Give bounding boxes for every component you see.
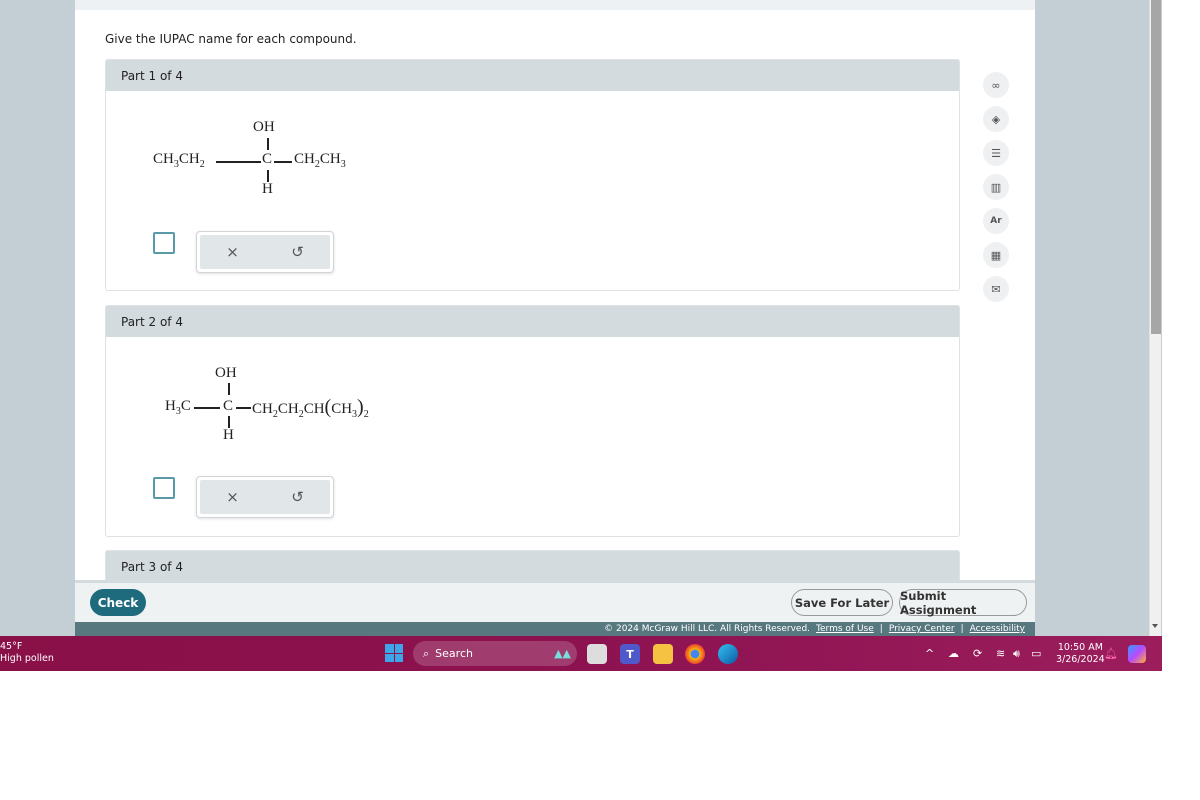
methyl-group: H3C xyxy=(165,398,191,417)
date-text: 3/26/2024 xyxy=(1056,654,1105,665)
part-3-card: Part 3 of 4 xyxy=(105,550,960,580)
holi-decoration-icon: ▲▲ xyxy=(554,647,571,660)
hydrogen-atom: H xyxy=(223,427,234,443)
submit-assignment-button[interactable]: Submit Assignment xyxy=(899,589,1027,617)
part-3-header: Part 3 of 4 xyxy=(106,551,959,580)
assignment-content: Give the IUPAC name for each compound. P… xyxy=(75,10,1035,580)
scroll-thumb[interactable] xyxy=(1151,0,1161,334)
bond-right xyxy=(236,407,251,409)
teams-icon[interactable]: T xyxy=(620,644,640,664)
search-icon: ⌕ xyxy=(423,646,430,660)
tool-panel-1: × ↺ xyxy=(196,231,334,273)
footer-divider: | xyxy=(879,624,883,634)
weather-temp: 45°F xyxy=(0,641,23,652)
periodic-table-icon[interactable]: Ar xyxy=(983,208,1009,234)
weather-widget[interactable]: 45°F High pollen xyxy=(0,641,54,665)
onedrive-icon[interactable]: ☁ xyxy=(948,636,959,671)
time-text: 10:50 AM xyxy=(1057,642,1103,653)
volume-icon[interactable]: 🔊︎ xyxy=(1013,636,1020,671)
hydroxyl-group: OH xyxy=(253,119,275,135)
clock[interactable]: 10:50 AM 3/26/2024 xyxy=(1056,642,1105,666)
answer-input-1[interactable] xyxy=(153,232,175,254)
bond-left xyxy=(216,161,261,163)
hydrogen-atom: H xyxy=(262,181,273,197)
terms-of-use-link[interactable]: Terms of Use xyxy=(816,624,874,634)
part-2-card: Part 2 of 4 OH H3C C CH2CH2CH(CH3)2 H × … xyxy=(105,305,960,537)
weather-desc: High pollen xyxy=(0,653,54,664)
notes-icon[interactable]: ☰ xyxy=(983,140,1009,166)
sync-icon[interactable]: ⟳ xyxy=(973,636,982,671)
part-1-card: Part 1 of 4 OH CH3CH2 C CH2CH3 H × ↺ xyxy=(105,59,960,291)
bond-up xyxy=(228,383,230,395)
bond-left xyxy=(194,407,220,409)
notification-bell-icon[interactable]: 🔔︎ xyxy=(1104,636,1118,671)
glasses-icon[interactable]: ∞ xyxy=(983,72,1009,98)
clear-icon[interactable]: × xyxy=(226,243,239,261)
privacy-center-link[interactable]: Privacy Center xyxy=(889,624,955,634)
bond-up xyxy=(267,138,269,150)
side-toolbar: ∞ ◈ ☰ ▥ Ar ▦ ✉ xyxy=(983,72,1013,310)
show-hidden-icons[interactable]: ^ xyxy=(925,636,934,671)
edge-icon[interactable] xyxy=(718,644,738,664)
top-strip xyxy=(75,0,1035,10)
tool-panel-2: × ↺ xyxy=(196,476,334,518)
screen: Give the IUPAC name for each compound. P… xyxy=(0,0,1200,800)
windows-taskbar: 45°F High pollen ⌕ Search ▲▲ T ^ ☁ ⟳ ≋ 🔊… xyxy=(0,636,1162,671)
chrome-icon[interactable] xyxy=(685,644,705,664)
central-carbon: C xyxy=(223,398,234,414)
taskbar-search[interactable]: ⌕ Search ▲▲ xyxy=(413,641,577,666)
save-for-later-button[interactable]: Save For Later xyxy=(791,589,893,616)
task-view-icon[interactable] xyxy=(587,644,607,664)
check-button[interactable]: Check xyxy=(90,589,146,616)
right-chain: CH2CH2CH(CH3)2 xyxy=(252,396,369,420)
file-explorer-icon[interactable] xyxy=(653,644,673,664)
mail-icon[interactable]: ✉ xyxy=(983,276,1009,302)
windows-start-icon[interactable] xyxy=(385,644,403,662)
right-chain: CH2CH3 xyxy=(294,151,346,170)
undo-icon[interactable]: ↺ xyxy=(291,488,304,506)
action-bar: Check Save For Later Submit Assignment xyxy=(75,580,1035,622)
footer-divider: | xyxy=(960,624,964,634)
hydroxyl-group: OH xyxy=(215,365,237,381)
scroll-down-arrow-icon[interactable] xyxy=(1152,624,1158,628)
undo-icon[interactable]: ↺ xyxy=(291,243,304,261)
copyright-text: © 2024 McGraw Hill LLC. All Rights Reser… xyxy=(604,624,811,634)
copilot-icon[interactable] xyxy=(1128,636,1146,671)
directions-icon[interactable]: ◈ xyxy=(983,106,1009,132)
central-carbon: C xyxy=(262,151,273,167)
search-label: Search xyxy=(435,647,473,660)
battery-icon[interactable]: ▭ xyxy=(1031,636,1041,671)
part-1-molecule: OH CH3CH2 C CH2CH3 H xyxy=(106,60,406,210)
bond-right xyxy=(274,161,292,163)
clear-icon[interactable]: × xyxy=(226,488,239,506)
footer: © 2024 McGraw Hill LLC. All Rights Reser… xyxy=(75,622,1035,636)
accessibility-link[interactable]: Accessibility xyxy=(970,624,1025,634)
left-chain: CH3CH2 xyxy=(153,151,205,170)
calculator-icon[interactable]: ▦ xyxy=(983,242,1009,268)
instruction-text: Give the IUPAC name for each compound. xyxy=(105,32,357,46)
chart-icon[interactable]: ▥ xyxy=(983,174,1009,200)
scrollbar[interactable] xyxy=(1149,0,1161,636)
wifi-icon[interactable]: ≋ xyxy=(996,636,1005,671)
part-2-molecule: OH H3C C CH2CH2CH(CH3)2 H xyxy=(106,306,426,456)
answer-input-2[interactable] xyxy=(153,477,175,499)
